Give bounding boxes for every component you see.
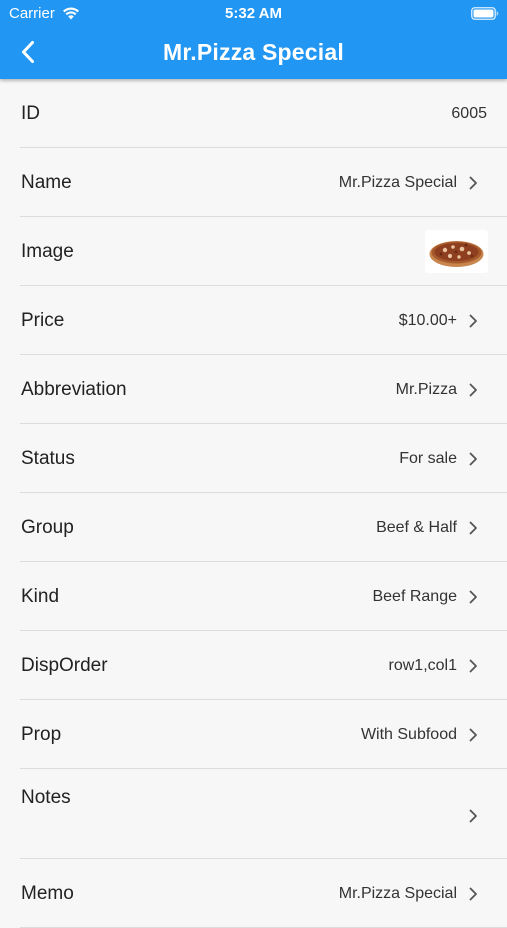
row-value: Mr.Pizza Special: [338, 174, 457, 191]
chevron-right-icon: [469, 521, 477, 535]
row-disporder[interactable]: DispOrder row1,col1: [20, 631, 507, 700]
chevron-right-icon: [469, 383, 477, 397]
row-value: With Subfood: [360, 726, 457, 743]
row-label: Group: [21, 517, 74, 538]
chevron-right-icon: [469, 809, 477, 823]
status-time: 5:32 AM: [225, 5, 282, 22]
row-memo[interactable]: Memo Mr.Pizza Special: [20, 859, 507, 928]
pizza-thumbnail[interactable]: [425, 230, 488, 273]
row-value: For sale: [399, 450, 457, 467]
row-value: Beef & Half: [376, 519, 457, 536]
row-value: 6005: [451, 105, 487, 122]
row-value: $10.00+: [398, 312, 457, 329]
row-label: Prop: [21, 724, 62, 745]
row-group[interactable]: Group Beef & Half: [20, 493, 507, 562]
row-notes[interactable]: Notes: [20, 769, 507, 859]
chevron-right-icon: [469, 659, 477, 673]
row-label: Image: [21, 241, 74, 262]
row-label: ID: [21, 103, 40, 124]
row-label: Status: [21, 448, 75, 469]
row-id: ID 6005: [20, 79, 507, 148]
row-prop[interactable]: Prop With Subfood: [20, 700, 507, 769]
chevron-right-icon: [469, 314, 477, 328]
row-label: DispOrder: [21, 655, 108, 676]
chevron-right-icon: [469, 590, 477, 604]
battery-icon: [471, 7, 499, 20]
row-name[interactable]: Name Mr.Pizza Special: [20, 148, 507, 217]
row-label: Memo: [21, 883, 74, 904]
row-label: Name: [21, 172, 72, 193]
row-image[interactable]: Image: [20, 217, 507, 286]
chevron-right-icon: [469, 176, 477, 190]
navigation-bar: Mr.Pizza Special: [0, 28, 507, 79]
row-label: Notes: [21, 787, 71, 808]
page-title: Mr.Pizza Special: [163, 39, 344, 65]
row-value: row1,col1: [388, 657, 457, 674]
row-value: Mr.Pizza Special: [338, 885, 457, 902]
row-value: Beef Range: [372, 588, 457, 605]
chevron-right-icon: [469, 728, 477, 742]
status-bar: Carrier 5:32 AM: [0, 0, 507, 28]
chevron-right-icon: [469, 452, 477, 466]
detail-list: ID 6005 Name Mr.Pizza Special Image Pric…: [0, 79, 507, 928]
row-label: Price: [21, 310, 65, 331]
row-value: Mr.Pizza: [395, 381, 457, 398]
row-label: Abbreviation: [21, 379, 127, 400]
row-price[interactable]: Price $10.00+: [20, 286, 507, 355]
row-kind[interactable]: Kind Beef Range: [20, 562, 507, 631]
pizza-image: [429, 241, 484, 267]
row-status[interactable]: Status For sale: [20, 424, 507, 493]
chevron-right-icon: [469, 887, 477, 901]
row-abbreviation[interactable]: Abbreviation Mr.Pizza: [20, 355, 507, 424]
row-label: Kind: [21, 586, 60, 607]
app-header: Carrier 5:32 AM Mr.Pizza Special: [0, 0, 507, 79]
